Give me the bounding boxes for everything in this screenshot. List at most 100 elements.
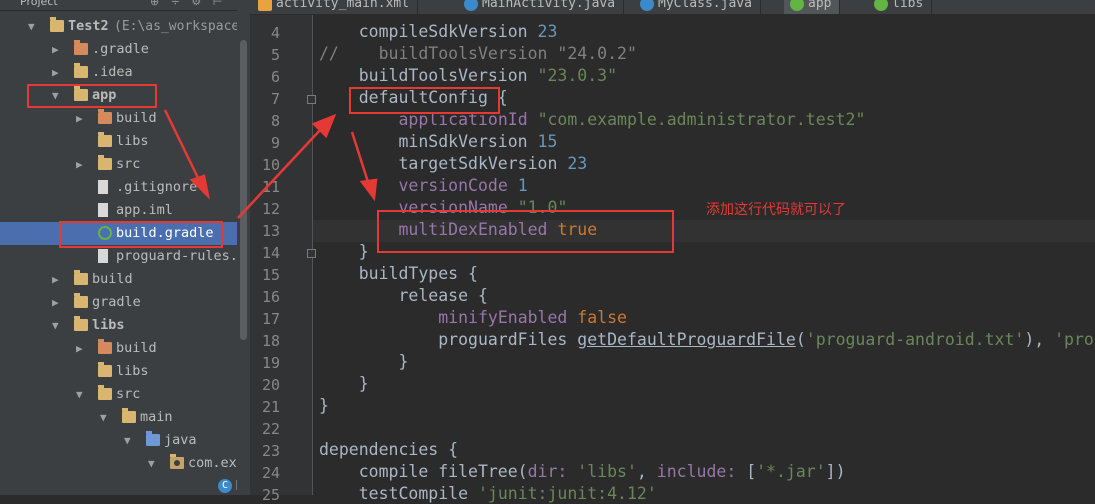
tab-libs[interactable]: libs — [868, 0, 933, 14]
code-line[interactable]: targetSdkVersion 23 — [319, 154, 587, 173]
tree-item[interactable]: ▼ com.exam — [0, 452, 237, 475]
tree-item[interactable]: ▶ build — [0, 337, 237, 360]
code-token: false — [577, 308, 627, 327]
collapse-arrow-icon[interactable]: ▶ — [52, 61, 64, 84]
expand-arrow-icon[interactable]: ▼ — [100, 406, 112, 429]
code-line[interactable]: compileSdkVersion 23 — [319, 22, 558, 41]
expand-arrow-icon[interactable]: ▼ — [76, 383, 88, 406]
folder-icon — [74, 63, 88, 78]
code-line[interactable]: versionCode 1 — [319, 176, 527, 195]
fold-marker-icon[interactable] — [307, 95, 316, 104]
project-view-label[interactable]: Project — [20, 0, 58, 8]
tree-item-label: app.iml — [116, 202, 173, 218]
line-number: 19 — [261, 354, 280, 372]
tree-scrollbar-thumb[interactable] — [240, 40, 247, 340]
annotation-note: 添加这行代码就可以了 — [706, 202, 846, 218]
tree-item[interactable]: ▶ gradle — [0, 291, 237, 314]
expand-arrow-icon[interactable]: ▼ — [148, 452, 160, 475]
highlight-box-multidex-line — [377, 210, 674, 253]
code-line[interactable]: minSdkVersion 15 — [319, 132, 557, 151]
tree-item[interactable]: proguard-rules.pr — [0, 245, 237, 268]
project-panel-header: Project ⊕ ÷ ⚙ ⊢ — [0, 0, 237, 11]
tree-item[interactable]: ▼ java — [0, 429, 237, 452]
folder-icon — [98, 132, 112, 147]
line-number: 12 — [261, 200, 280, 218]
code-token: targetSdkVersion — [319, 154, 568, 173]
tree-item[interactable]: ▶ build — [0, 268, 237, 291]
line-number: 6 — [270, 68, 280, 86]
code-line[interactable]: minifyEnabled false — [319, 308, 627, 327]
highlight-box-default-config — [349, 87, 500, 114]
tree-item[interactable]: ▶ src — [0, 153, 237, 176]
collapse-arrow-icon[interactable]: ▶ — [52, 268, 64, 291]
tree-item[interactable]: libs — [0, 360, 237, 383]
line-number: 11 — [261, 178, 280, 196]
line-number: 14 — [261, 244, 280, 262]
code-line[interactable]: buildToolsVersion "23.0.3" — [319, 66, 617, 85]
code-line[interactable]: dependencies { — [319, 440, 458, 459]
tree-item[interactable]: ▼ libs — [0, 314, 237, 337]
tree-item[interactable]: ▼ Test2 (E:\as_workspace\ — [0, 15, 237, 38]
tree-item-label: src — [116, 386, 141, 402]
code-token: "23.0.3" — [537, 66, 618, 85]
code-token: 'libs' — [577, 462, 637, 481]
code-token: dependencies { — [319, 440, 459, 459]
code-token: getDefaultProguardFile — [577, 330, 796, 349]
collapse-arrow-icon[interactable]: ▶ — [52, 38, 64, 61]
code-token: 'proguard-android.txt' — [805, 330, 1025, 349]
class-icon: C — [218, 479, 232, 493]
tree-item-label: main — [140, 409, 173, 425]
code-line[interactable]: buildTypes { — [319, 264, 478, 283]
line-number: 17 — [261, 310, 280, 328]
tree-item[interactable]: ▶ build — [0, 107, 237, 130]
code-token: } — [319, 374, 369, 393]
tab-app[interactable]: app — [784, 0, 841, 14]
editor-gutter: 4 5 6 7 8 9 10 11 12 13 14 15 16 17 18 19 20 21 22 23 24 25 — [250, 15, 316, 504]
code-line[interactable]: } — [319, 374, 369, 393]
code-token: 23 — [567, 154, 588, 173]
code-line[interactable]: compile fileTree(dir: 'libs', include: [… — [319, 462, 846, 481]
panel-toolbar-icons[interactable]: ⊕ ÷ ⚙ ⊢ — [150, 0, 226, 8]
collapse-arrow-icon[interactable]: ▶ — [52, 291, 64, 314]
tree-scrollbar[interactable] — [237, 0, 250, 495]
tree-item[interactable]: ▶ .gradle — [0, 38, 237, 61]
tree-item-label: .idea — [92, 64, 133, 80]
tab-myclass-java[interactable]: MyClass.java — [634, 0, 761, 14]
code-line[interactable]: } — [319, 242, 369, 261]
tree-item-label: build — [116, 340, 157, 356]
line-number: 5 — [270, 46, 280, 64]
tree-item[interactable]: .gitignore — [0, 176, 237, 199]
tree-item[interactable]: libs — [0, 130, 237, 153]
code-line[interactable]: } — [319, 396, 329, 415]
collapse-arrow-icon[interactable]: ▶ — [76, 107, 88, 130]
code-line[interactable]: release { — [319, 286, 487, 305]
tree-item[interactable]: CMyC — [0, 475, 237, 495]
expand-arrow-icon[interactable]: ▼ — [52, 314, 64, 337]
fold-marker-icon[interactable] — [307, 249, 316, 258]
line-number: 15 — [261, 266, 280, 284]
code-token: "com.example.administrator.test2" — [537, 110, 866, 129]
folder-icon — [74, 40, 88, 55]
tab-mainactivity-java[interactable]: MainActivity.java — [458, 0, 625, 14]
collapse-arrow-icon[interactable]: ▶ — [76, 337, 88, 360]
code-token: } — [319, 352, 409, 371]
code-token: testCompile — [319, 484, 478, 503]
tree-item[interactable]: app.iml — [0, 199, 237, 222]
tree-item[interactable]: ▶ .idea — [0, 61, 237, 84]
tab-label: activity_main.xml — [276, 0, 410, 11]
tree-item[interactable]: ▼ main — [0, 406, 237, 429]
code-line[interactable]: proguardFiles getDefaultProguardFile('pr… — [319, 330, 1094, 349]
code-token: , — [636, 462, 657, 481]
tab-activity-main-xml[interactable]: activity_main.xml — [252, 0, 419, 14]
folder-icon — [170, 454, 184, 469]
expand-arrow-icon[interactable]: ▼ — [124, 429, 136, 452]
code-line[interactable]: testCompile 'junit:junit:4.12' — [319, 484, 657, 503]
collapse-arrow-icon[interactable]: ▶ — [76, 153, 88, 176]
code-line[interactable]: // buildToolsVersion "24.0.2" — [319, 44, 637, 63]
expand-arrow-icon[interactable]: ▼ — [28, 15, 40, 38]
code-line[interactable]: } — [319, 352, 408, 371]
tree-item[interactable]: ▼ src — [0, 383, 237, 406]
code-token: 'junit:junit:4.12' — [477, 484, 657, 503]
